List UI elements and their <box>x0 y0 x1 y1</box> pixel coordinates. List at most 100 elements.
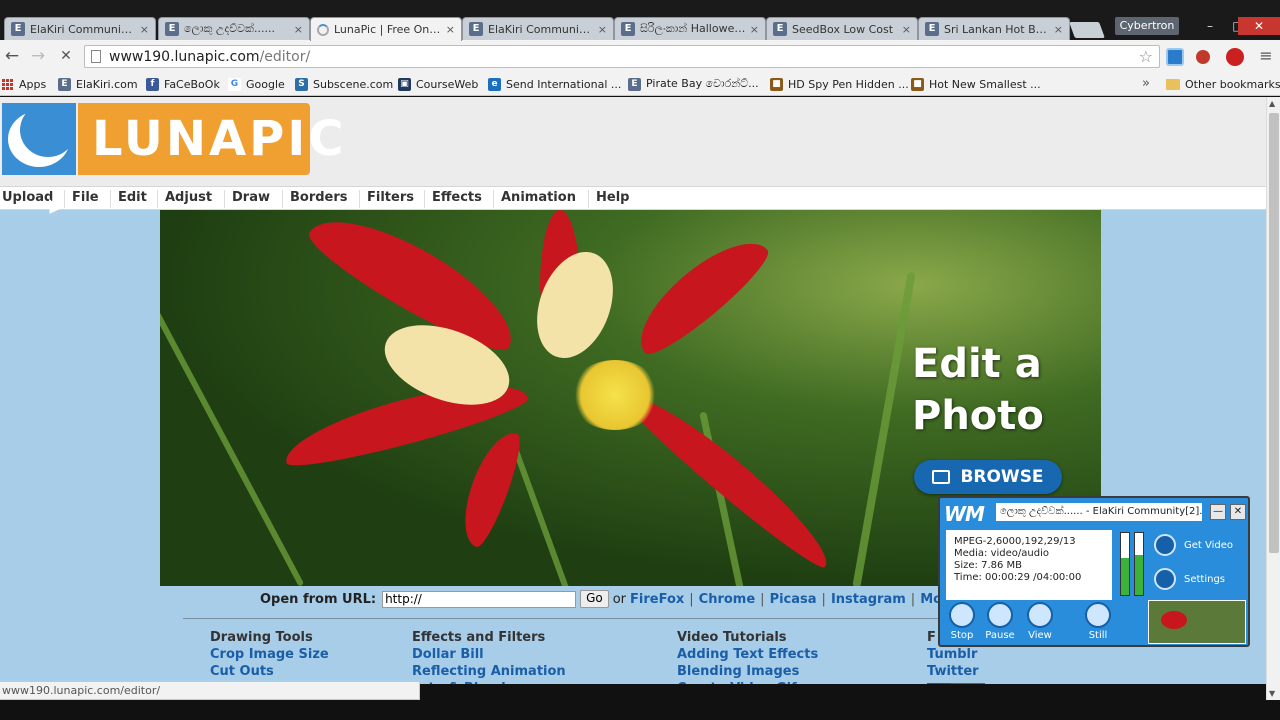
source-link[interactable]: FireFox <box>630 592 684 607</box>
google-icon: G <box>228 77 241 91</box>
scroll-down-icon[interactable]: ▼ <box>1269 689 1275 698</box>
back-button[interactable]: ← <box>2 46 22 66</box>
extension-s-icon[interactable] <box>1166 48 1184 66</box>
profile-button[interactable]: Cybertron <box>1115 17 1179 35</box>
source-link[interactable]: Chrome <box>699 592 756 607</box>
other-bookmarks[interactable]: Other bookmarks <box>1166 76 1280 92</box>
menu-draw[interactable]: Draw <box>232 190 270 205</box>
bookmark-item[interactable]: Apps <box>2 76 46 92</box>
forward-button[interactable]: → <box>28 46 48 66</box>
bookmark-item[interactable]: ■ Hot New Smallest ... <box>911 76 1041 92</box>
footer-link[interactable]: Dollar Bill <box>412 646 566 663</box>
bookmark-item[interactable]: f FaCeBoOk <box>146 76 220 92</box>
minimize-window-button[interactable]: – <box>1196 17 1224 35</box>
bookmark-item[interactable]: G Google <box>228 76 285 92</box>
tab-5[interactable]: E SeedBox Low Cost × <box>766 17 918 40</box>
bookmark-item[interactable]: S Subscene.com <box>295 76 393 92</box>
footer-link[interactable]: Tumblr <box>927 646 979 663</box>
recorder-preview-thumbnail <box>1148 600 1246 644</box>
recorder-close-button[interactable]: ✕ <box>1230 504 1246 520</box>
menu-adjust[interactable]: Adjust <box>165 190 212 205</box>
footer-link[interactable]: Create Video Gifs <box>677 680 818 684</box>
recorder-minimize-button[interactable]: — <box>1210 504 1226 520</box>
hero-title-line-1: Edit a <box>912 341 1042 387</box>
bookmark-star-icon[interactable]: ☆ <box>1139 47 1153 66</box>
bookmark-item[interactable]: ■ HD Spy Pen Hidden ... <box>770 76 909 92</box>
footer-link[interactable]: Crop Image Size <box>210 646 329 663</box>
stop-button[interactable]: Stop <box>942 602 982 641</box>
monitor-icon <box>1154 534 1176 556</box>
tab-1[interactable]: E ලොකු උදව්වක්...... × <box>158 17 310 40</box>
tab-0[interactable]: E ElaKiri Community - × <box>4 17 156 40</box>
bookmark-item[interactable]: E Pirate Bay වොරන්ට්... <box>628 76 759 92</box>
menu-edit[interactable]: Edit <box>118 190 147 205</box>
pause-button[interactable]: Pause <box>980 602 1020 641</box>
footer-divider <box>183 618 943 619</box>
bookmark-label: Send International ... <box>506 77 622 91</box>
tab-close-icon[interactable]: × <box>598 23 607 36</box>
tab-close-icon[interactable]: × <box>446 23 455 36</box>
still-button[interactable]: Still <box>1078 602 1118 641</box>
address-bar[interactable]: www190.lunapic.com/editor/ ☆ <box>84 45 1160 68</box>
chrome-menu-icon[interactable]: ≡ <box>1256 46 1276 66</box>
source-link[interactable]: Instagram <box>831 592 906 607</box>
menu-effects[interactable]: Effects <box>432 190 482 205</box>
extension-download-icon[interactable] <box>1196 50 1210 64</box>
folder-icon <box>1166 78 1180 90</box>
close-window-button[interactable]: ✕ <box>1238 17 1280 35</box>
settings-button[interactable]: Settings <box>1154 566 1250 592</box>
open-url-label: Open from URL: <box>260 591 377 607</box>
footer-link[interactable]: Twitter <box>927 663 979 680</box>
bookmark-label: Hot New Smallest ... <box>929 77 1041 91</box>
footer-link[interactable]: aste & Blend <box>412 680 566 684</box>
tab-close-icon[interactable]: × <box>750 23 759 36</box>
stop-loading-button[interactable]: ✕ <box>56 46 76 66</box>
footer-link[interactable]: Blending Images <box>677 663 818 680</box>
bookmark-item[interactable]: e Send International ... <box>488 76 621 92</box>
column-heading[interactable]: Effects and Filters <box>412 629 566 646</box>
extension-opera-icon[interactable] <box>1226 48 1244 66</box>
stamen-decoration <box>570 360 660 430</box>
tab-close-icon[interactable]: × <box>294 23 303 36</box>
scroll-thumb[interactable] <box>1269 113 1279 553</box>
recorder-widget[interactable]: WM ලොකු උදව්වක්...... - ElaKiri Communit… <box>938 496 1250 647</box>
apps-grid-icon <box>2 78 13 90</box>
get-video-label: Get Video <box>1184 539 1234 551</box>
view-button[interactable]: View <box>1020 602 1060 641</box>
tab-close-icon[interactable]: × <box>1054 23 1063 36</box>
menu-file[interactable]: File <box>72 190 99 205</box>
tab-title: ලොකු උදව්වක්...... <box>184 22 275 35</box>
footer-link[interactable]: Cut Outs <box>210 663 329 680</box>
editor-menubar: Upload File Edit Adjust Draw Borders Filters Ef… <box>0 186 1266 210</box>
source-link[interactable]: Picasa <box>770 592 817 607</box>
scroll-up-icon[interactable]: ▲ <box>1269 99 1275 108</box>
url-input[interactable] <box>382 590 577 608</box>
column-heading[interactable]: Video Tutorials <box>677 629 818 646</box>
bookmarks-overflow-icon[interactable]: » <box>1142 76 1150 91</box>
menu-separator <box>588 190 589 208</box>
bookmark-item[interactable]: ▣ CourseWeb <box>398 76 478 92</box>
footer-link[interactable]: Reflecting Animation <box>412 663 566 680</box>
tab-2[interactable]: LunaPic | Free Online × <box>310 17 462 41</box>
browse-button[interactable]: BROWSE <box>914 460 1062 494</box>
tab-6[interactable]: E Sri Lankan Hot Babe × <box>918 17 1070 40</box>
menu-help[interactable]: Help <box>596 190 629 205</box>
tab-close-icon[interactable]: × <box>902 23 911 36</box>
tab-4[interactable]: E සිරිලංකාන් Halloween × <box>614 17 766 40</box>
tab-close-icon[interactable]: × <box>140 23 149 36</box>
get-video-button[interactable]: Get Video <box>1154 532 1250 558</box>
stem-decoration <box>852 271 916 586</box>
menu-borders[interactable]: Borders <box>290 190 348 205</box>
tab-3[interactable]: E ElaKiri Community - × <box>462 17 614 40</box>
lunapic-logo[interactable]: LUNAPIC <box>2 103 343 175</box>
new-tab-button[interactable] <box>1069 22 1105 38</box>
hero-title-line-2: Photo <box>912 393 1044 439</box>
footer-link[interactable]: Adding Text Effects <box>677 646 818 663</box>
column-heading[interactable]: Drawing Tools <box>210 629 329 646</box>
menu-filters[interactable]: Filters <box>367 190 414 205</box>
vertical-scrollbar[interactable]: ▲ ▼ <box>1266 97 1280 700</box>
header-band: LUNAPIC <box>0 97 1266 186</box>
bookmark-item[interactable]: E ElaKiri.com <box>58 76 138 92</box>
menu-animation[interactable]: Animation <box>501 190 576 205</box>
go-button[interactable]: Go <box>580 590 609 608</box>
